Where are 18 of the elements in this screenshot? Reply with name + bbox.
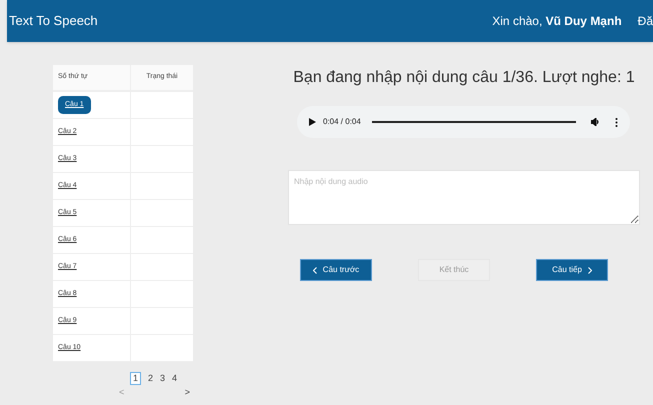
header-link[interactable]: Đă [638,12,653,30]
page-link[interactable]: 1 [130,372,141,385]
next-page-link[interactable]: > [184,386,190,400]
greeting: Xin chào, Vũ Duy Mạnh [492,13,622,30]
answer-field[interactable]: Nhập nội dung audio [288,170,640,225]
page-link[interactable]: 4 [172,372,177,385]
app-title[interactable]: Text To Speech [7,11,98,31]
audio-time: 0:04 / 0:04 [323,116,361,128]
more-icon[interactable] [615,118,618,126]
chevron-left-icon [312,266,317,274]
volume-icon[interactable] [591,118,600,126]
play-icon[interactable] [309,118,316,126]
page-link[interactable]: 3 [160,372,165,385]
question-heading: Bạn đang nhập nội dung câu 1/36. Lượt nghe: 1 [293,68,635,88]
chevron-right-icon [588,266,592,274]
next-button[interactable]: Câu tiếp [536,259,608,281]
previous-button[interactable]: Câu trước [300,259,372,281]
page-link[interactable]: 2 [148,372,153,385]
